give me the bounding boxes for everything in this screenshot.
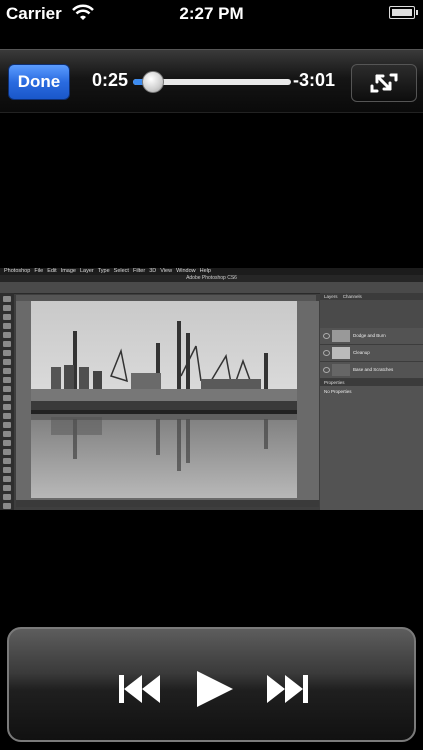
play-icon xyxy=(197,671,233,707)
ps-tool-icon xyxy=(3,332,11,338)
ps-menu-item: 3D xyxy=(149,268,157,274)
layer-name: Cleanup xyxy=(353,350,370,355)
tab-layers: Layers xyxy=(324,294,338,299)
player-top-bar: Done 0:25 -3:01 xyxy=(0,49,423,113)
ps-tool-icon xyxy=(3,422,11,428)
ps-tool-icon xyxy=(3,476,11,482)
status-time: 2:27 PM xyxy=(179,4,244,23)
ps-panels: Layers Channels Dodge and Burn Cleanup B… xyxy=(320,293,423,510)
ps-window-title: Adobe Photoshop CS6 xyxy=(0,275,423,282)
fullscreen-button[interactable] xyxy=(351,64,417,102)
eye-icon xyxy=(323,333,330,339)
ps-tool-icon xyxy=(3,440,11,446)
ps-menu-item: Edit xyxy=(47,268,57,274)
layer-name: Dodge and Burn xyxy=(353,333,386,338)
ps-layers-tabs: Layers Channels xyxy=(320,293,423,300)
transport-controls xyxy=(7,627,416,742)
ps-tool-icon xyxy=(3,377,11,383)
layer-name: Base and Scratches xyxy=(353,367,394,372)
ps-tool-icon xyxy=(3,485,11,491)
layer-row: Dodge and Burn xyxy=(320,328,423,345)
ps-tool-icon xyxy=(3,494,11,500)
ps-tool-icon xyxy=(3,431,11,437)
ps-statusbar xyxy=(16,500,319,507)
ps-tool-icon xyxy=(3,449,11,455)
ps-tool-icon xyxy=(3,341,11,347)
ps-tool-icon xyxy=(3,305,11,311)
ps-menu-item: Photoshop xyxy=(4,268,31,274)
ps-toolbar xyxy=(0,293,14,510)
play-button[interactable] xyxy=(189,667,239,711)
scrubber-track[interactable] xyxy=(133,71,291,93)
ps-properties-header: Properties xyxy=(320,379,423,386)
ps-menu-item: View xyxy=(160,268,173,274)
ps-tool-icon xyxy=(3,350,11,356)
ps-menu-item: Window xyxy=(176,268,196,274)
ps-tool-icon xyxy=(3,467,11,473)
ps-menu-item: Help xyxy=(199,268,211,274)
skip-previous-icon xyxy=(119,675,160,703)
industrial-photo xyxy=(31,301,297,498)
ps-tool-icon xyxy=(3,395,11,401)
expand-icon xyxy=(370,73,398,93)
ps-menu-item: Layer xyxy=(79,268,94,274)
ps-menu-item: Filter xyxy=(132,268,146,274)
scrubber-thumb[interactable] xyxy=(141,71,164,93)
ps-tool-icon xyxy=(3,368,11,374)
eye-icon xyxy=(323,350,330,356)
ps-tool-icon xyxy=(3,404,11,410)
ps-tool-icon xyxy=(3,314,11,320)
ps-tool-icon xyxy=(3,413,11,419)
ps-tool-icon xyxy=(3,503,11,509)
ps-tool-icon xyxy=(3,458,11,464)
ps-tool-icon xyxy=(3,359,11,365)
tab-channels: Channels xyxy=(342,294,362,299)
elapsed-time: 0:25 xyxy=(92,70,129,90)
ps-properties-text: No Properties xyxy=(324,389,352,394)
status-bar: Carrier 2:27 PM xyxy=(0,0,423,27)
done-button[interactable]: Done xyxy=(8,64,70,100)
ps-menu-item: Image xyxy=(60,268,76,274)
skip-next-icon xyxy=(267,675,308,703)
layer-thumbnail xyxy=(332,364,350,376)
battery-icon xyxy=(389,6,418,19)
ps-menubar: Photoshop File Edit Image Layer Type Select Fil… xyxy=(0,268,423,275)
ps-layer-controls xyxy=(320,300,423,328)
layer-row: Cleanup xyxy=(320,345,423,362)
ps-tool-icon xyxy=(3,323,11,329)
ps-menu-item: Type xyxy=(97,268,110,274)
ps-tool-icon xyxy=(3,386,11,392)
ps-menu-item: File xyxy=(34,268,44,274)
video-frame[interactable]: Photoshop File Edit Image Layer Type Select Fil… xyxy=(0,268,423,510)
layer-thumbnail xyxy=(332,347,350,359)
ps-tool-icon xyxy=(3,296,11,302)
previous-button[interactable] xyxy=(114,667,164,711)
layer-thumbnail xyxy=(332,330,350,342)
ps-menu-item: Select xyxy=(113,268,129,274)
eye-icon xyxy=(323,367,330,373)
layer-row: Base and Scratches xyxy=(320,362,423,379)
remaining-time: -3:01 xyxy=(293,70,336,90)
next-button[interactable] xyxy=(263,667,313,711)
